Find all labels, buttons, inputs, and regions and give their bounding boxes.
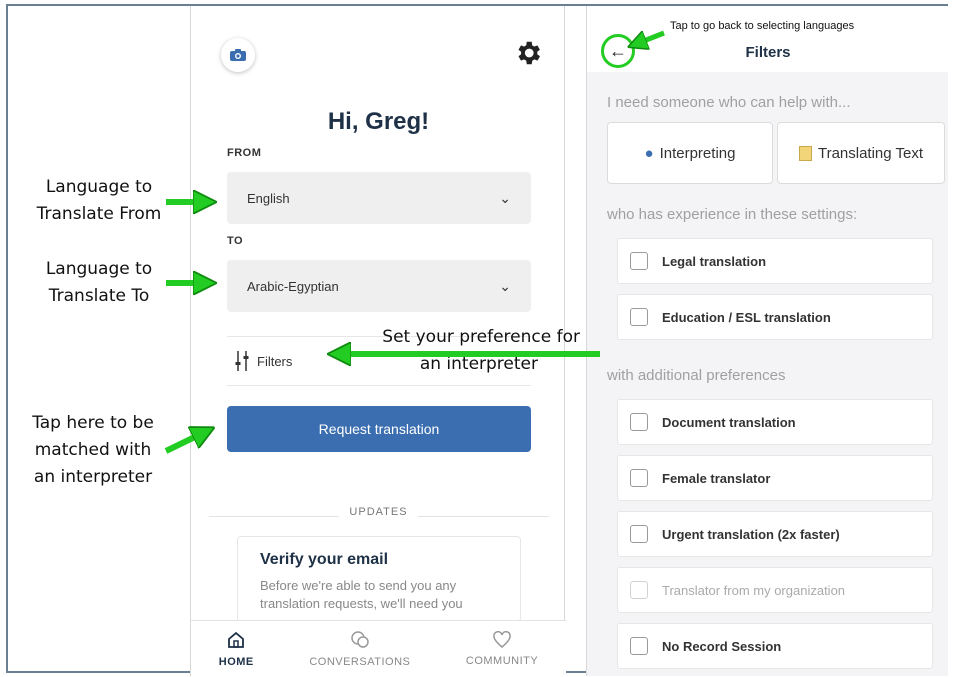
bottom-tab-bar: HOME CONVERSATIONS COMMUNITY <box>191 620 566 676</box>
to-language-select[interactable]: Arabic-Egyptian ⌄ <box>227 260 531 312</box>
option-urgent-translation[interactable]: Urgent translation (2x faster) <box>617 511 933 557</box>
prefs-heading: with additional preferences <box>607 367 786 384</box>
option-education-esl-translation[interactable]: Education / ESL translation <box>617 294 933 340</box>
annotation-language-from: Language to Translate From <box>36 177 162 224</box>
settings-gear-icon[interactable] <box>513 38 543 68</box>
option-no-record-session[interactable]: No Record Session <box>617 623 933 669</box>
camera-icon <box>230 49 246 61</box>
option-label: Urgent translation (2x faster) <box>662 526 840 542</box>
tab-label: HOME <box>218 655 254 668</box>
from-label: FROM <box>227 147 262 159</box>
tab-community[interactable]: COMMUNITY <box>465 630 539 667</box>
heart-icon <box>493 630 511 648</box>
from-language-value: English <box>247 190 290 206</box>
option-label: Translator from my organization <box>662 582 846 598</box>
tab-home[interactable]: HOME <box>219 630 254 668</box>
option-translator-from-organization: Translator from my organization <box>617 567 933 613</box>
card-title: Verify your email <box>260 551 389 568</box>
option-document-translation[interactable]: Document translation <box>617 399 933 445</box>
to-language-value: Arabic-Egyptian <box>247 278 339 294</box>
help-heading: I need someone who can help with... <box>607 94 851 111</box>
option-label: Legal translation <box>662 253 767 269</box>
option-legal-translation[interactable]: Legal translation <box>617 238 933 284</box>
card-body: Before we're able to send you any transl… <box>260 578 463 611</box>
annotation-back: Tap to go back to selecting languages <box>670 20 855 32</box>
greeting-heading: Hi, Greg! <box>327 108 430 135</box>
updates-heading: UPDATES <box>191 506 566 518</box>
checkbox[interactable] <box>630 469 648 487</box>
service-chips: ● Interpreting Translating Text <box>607 122 945 184</box>
notepad-icon <box>798 145 812 161</box>
option-label: Document translation <box>662 414 796 430</box>
filters-title: Filters <box>745 44 791 61</box>
tab-conversations[interactable]: CONVERSATIONS <box>309 630 410 668</box>
tab-label: CONVERSATIONS <box>309 655 411 668</box>
option-label: Education / ESL translation <box>662 309 831 325</box>
chip-interpreting[interactable]: ● Interpreting <box>607 122 773 184</box>
chevron-down-icon: ⌄ <box>499 277 511 294</box>
option-female-translator[interactable]: Female translator <box>617 455 933 501</box>
home-icon <box>228 631 245 648</box>
checkbox[interactable] <box>630 308 648 326</box>
request-translation-button[interactable]: Request translation <box>227 406 531 452</box>
tab-label: COMMUNITY <box>465 654 539 667</box>
chevron-down-icon: ⌄ <box>499 189 511 206</box>
to-label: TO <box>227 235 244 247</box>
speech-bubble-icon: ● <box>644 144 654 162</box>
chat-bubbles-icon <box>351 630 369 648</box>
settings-heading: who has experience in these settings: <box>607 206 858 223</box>
checkbox[interactable] <box>630 413 648 431</box>
chip-label: Translating Text <box>817 144 924 162</box>
annotation-filters: Set your preference for an interpreter <box>382 327 580 374</box>
annotation-language-to: Language to Translate To <box>45 259 153 306</box>
chip-translating-text[interactable]: Translating Text <box>777 122 945 184</box>
chip-label: Interpreting <box>659 144 736 162</box>
checkbox[interactable] <box>630 252 648 270</box>
filters-screen: ← Filters I need someone who can help wi… <box>586 6 948 676</box>
annotation-request: Tap here to be matched with an interpret… <box>32 413 154 487</box>
option-label: Female translator <box>662 470 771 486</box>
filters-top-bar: ← Filters <box>587 6 948 72</box>
checkbox[interactable] <box>630 637 648 655</box>
sliders-icon <box>235 351 249 371</box>
checkbox <box>630 581 648 599</box>
checkbox[interactable] <box>630 525 648 543</box>
filters-label: Filters <box>257 353 293 369</box>
option-label: No Record Session <box>662 638 782 654</box>
camera-button[interactable] <box>221 38 255 72</box>
verify-email-card[interactable]: Verify your email Before we're able to s… <box>237 536 521 622</box>
from-language-select[interactable]: English ⌄ <box>227 172 531 224</box>
